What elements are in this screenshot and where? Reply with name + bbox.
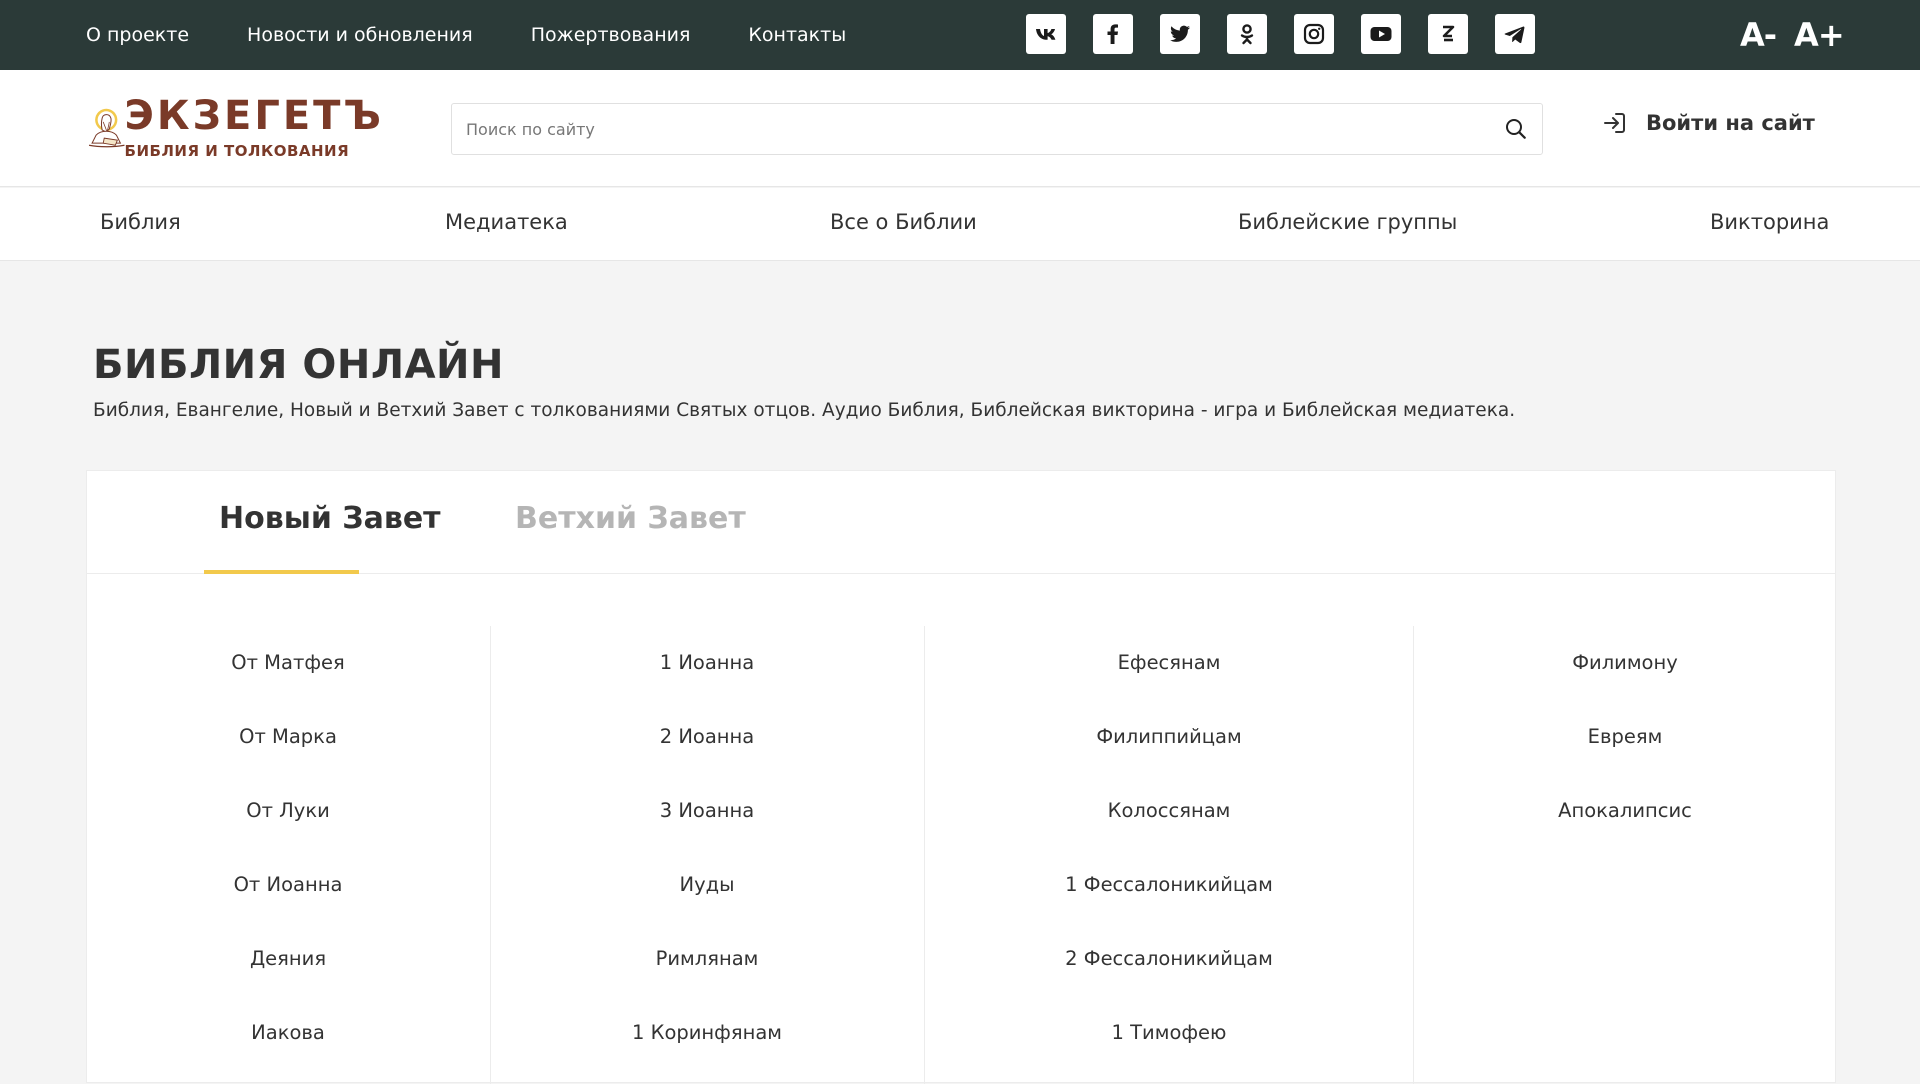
book-link[interactable]: Ефесянам (1118, 651, 1221, 674)
search-icon[interactable] (1504, 117, 1528, 141)
login-link[interactable]: Войти на сайт (1602, 110, 1815, 136)
facebook-icon[interactable] (1093, 14, 1133, 54)
top-nav-about[interactable]: О проекте (86, 24, 189, 46)
social-links (1026, 14, 1535, 54)
top-bar: О проекте Новости и обновления Пожертвов… (0, 0, 1920, 70)
main-nav-media[interactable]: Медиатека (445, 210, 568, 234)
zen-icon[interactable] (1428, 14, 1468, 54)
column-divider (924, 626, 925, 1084)
top-nav-contacts[interactable]: Контакты (748, 24, 846, 46)
page-title: БИБЛИЯ ОНЛАЙН (93, 342, 504, 388)
book-link[interactable]: Филиппийцам (1096, 725, 1241, 748)
top-nav: О проекте Новости и обновления Пожертвов… (86, 0, 846, 70)
book-link[interactable]: Римлянам (656, 947, 759, 970)
search-input[interactable] (452, 104, 1472, 154)
book-link[interactable]: От Марка (239, 725, 337, 748)
font-size-controls: A- A+ (1740, 0, 1845, 70)
site-logo[interactable]: ЭКЗЕГЕТЪ БИБЛИЯ И ТОЛКОВАНИЯ (84, 80, 384, 176)
book-link[interactable]: Колоссянам (1108, 799, 1231, 822)
book-link[interactable]: 2 Иоанна (660, 725, 755, 748)
book-link[interactable]: Апокалипсис (1558, 799, 1692, 822)
instagram-icon[interactable] (1294, 14, 1334, 54)
book-link[interactable]: Филимону (1572, 651, 1678, 674)
main-nav-bible[interactable]: Библия (100, 210, 181, 234)
book-link[interactable]: 1 Тимофею (1112, 1021, 1227, 1044)
odnoklassniki-icon[interactable] (1227, 14, 1267, 54)
logo-subtitle: БИБЛИЯ И ТОЛКОВАНИЯ (124, 142, 350, 160)
book-link[interactable]: 3 Иоанна (660, 799, 755, 822)
testament-tabs: Новый Завет Ветхий Завет (87, 471, 1835, 574)
book-link[interactable]: 1 Иоанна (660, 651, 755, 674)
vk-icon[interactable] (1026, 14, 1066, 54)
page-description: Библия, Евангелие, Новый и Ветхий Завет … (93, 400, 1516, 421)
main-nav-bible-groups[interactable]: Библейские группы (1238, 210, 1457, 234)
top-nav-donations[interactable]: Пожертвования (531, 24, 691, 46)
tab-new-testament[interactable]: Новый Завет (219, 501, 441, 536)
telegram-icon[interactable] (1495, 14, 1535, 54)
logo-title: ЭКЗЕГЕТЪ (124, 93, 384, 139)
column-divider (490, 626, 491, 1084)
login-label: Войти на сайт (1646, 111, 1815, 135)
book-link[interactable]: 1 Коринфянам (632, 1021, 782, 1044)
book-link[interactable]: От Иоанна (234, 873, 343, 896)
book-link[interactable]: От Матфея (231, 651, 344, 674)
book-link[interactable]: 1 Фессалоникийцам (1065, 873, 1273, 896)
top-nav-news[interactable]: Новости и обновления (247, 24, 473, 46)
books-card: Новый Завет Ветхий Завет От Матфея От Ма… (86, 470, 1836, 1084)
login-icon (1604, 113, 1625, 133)
book-link[interactable]: Иакова (251, 1021, 325, 1044)
font-increase-button[interactable]: A+ (1794, 16, 1845, 54)
twitter-icon[interactable] (1160, 14, 1200, 54)
main-nav: Библия Медиатека Все о Библии Библейские… (0, 188, 1920, 261)
book-link[interactable]: От Луки (246, 799, 330, 822)
youtube-icon[interactable] (1361, 14, 1401, 54)
column-divider (1413, 626, 1414, 1084)
font-decrease-button[interactable]: A- (1740, 16, 1777, 54)
book-link[interactable]: 2 Фессалоникийцам (1065, 947, 1273, 970)
site-header: ЭКЗЕГЕТЪ БИБЛИЯ И ТОЛКОВАНИЯ Войти на са… (0, 70, 1920, 187)
search-box (451, 103, 1543, 155)
tab-old-testament[interactable]: Ветхий Завет (515, 501, 746, 536)
main-nav-about-bible[interactable]: Все о Библии (830, 210, 977, 234)
book-link[interactable]: Евреям (1588, 725, 1663, 748)
book-link[interactable]: Деяния (250, 947, 326, 970)
book-link[interactable]: Иуды (679, 873, 734, 896)
active-tab-indicator (204, 570, 359, 574)
main-nav-quiz[interactable]: Викторина (1710, 210, 1829, 234)
